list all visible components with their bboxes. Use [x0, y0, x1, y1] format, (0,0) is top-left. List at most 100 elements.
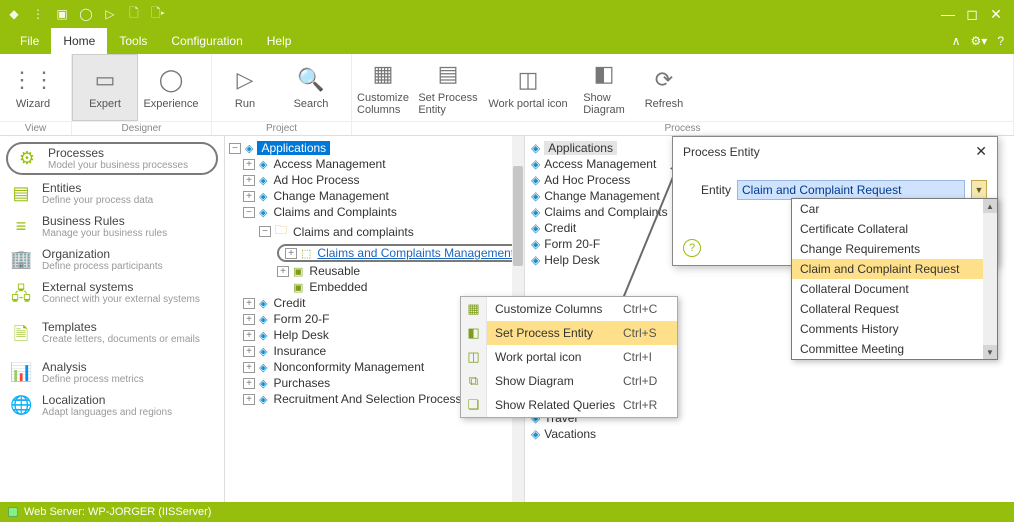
tree-item[interactable]: +◈Ad Hoc Process	[225, 172, 512, 188]
entity-dropdown-button[interactable]: ▼	[971, 180, 987, 200]
sidebar-item-title: Templates	[42, 320, 200, 334]
entity-dropdown-list: CarCertificate CollateralChange Requirem…	[791, 198, 998, 360]
tree-folder-claims[interactable]: −🗀Claims and complaints	[225, 220, 512, 243]
ribbon-expert[interactable]: ▭Expert	[72, 54, 138, 121]
sidebar-icon: ≡	[10, 216, 32, 237]
menu-help[interactable]: Help	[255, 28, 304, 54]
dropdown-option[interactable]: Collateral Request	[792, 299, 997, 319]
tree-root[interactable]: −◈Applications	[225, 140, 512, 156]
sidebar-item-title: Business Rules	[42, 214, 167, 228]
sidebar-item-templates[interactable]: 🗎 Templates Create letters, documents or…	[0, 316, 224, 356]
context-menu-shortcut: Ctrl+S	[623, 326, 677, 340]
sidebar-item-title: Processes	[48, 146, 188, 160]
entity-combobox[interactable]: Claim and Complaint Request	[737, 180, 965, 200]
status-text: Web Server: WP-JORGER (IISServer)	[24, 506, 211, 518]
dropdown-option[interactable]: Committee Meeting	[792, 339, 997, 359]
sidebar-item-desc: Define your process data	[42, 195, 153, 206]
tree-item[interactable]: +◈Change Management	[225, 188, 512, 204]
ribbon-group-project: Project	[212, 121, 351, 135]
sidebar-item-analysis[interactable]: 📊 Analysis Define process metrics	[0, 356, 224, 389]
context-menu-shortcut: Ctrl+C	[623, 302, 677, 316]
menu-tools[interactable]: Tools	[107, 28, 159, 54]
qat-icon-3[interactable]: ▷	[102, 6, 118, 22]
context-menu-label: Set Process Entity	[487, 326, 623, 340]
ribbon-work-portal-icon[interactable]: ◫Work portal icon	[482, 54, 574, 121]
sidebar-item-organization[interactable]: 🏢 Organization Define process participan…	[0, 243, 224, 276]
dropdown-option[interactable]: Change Requirements	[792, 239, 997, 259]
dialog-title: Process Entity	[683, 145, 760, 159]
dropdown-scrollbar[interactable]: ▲▼	[983, 199, 997, 359]
ribbon-set-process-entity[interactable]: ▤Set Process Entity	[414, 54, 482, 121]
maximize-button[interactable]: ◻	[960, 6, 984, 23]
server-status-icon	[8, 507, 18, 517]
menu-home[interactable]: Home	[51, 28, 107, 54]
sidebar-item-title: Entities	[42, 181, 153, 195]
menu-configuration[interactable]: Configuration	[159, 28, 254, 54]
right-tree-item[interactable]: ◈Vacations	[525, 426, 1014, 442]
sidebar-icon: 🌐	[10, 395, 32, 416]
ribbon-show-diagram[interactable]: ◧Show Diagram	[574, 54, 634, 121]
entity-label: Entity	[683, 183, 731, 197]
dropdown-option[interactable]: Comments History	[792, 319, 997, 339]
context-menu-shortcut: Ctrl+R	[623, 398, 677, 412]
ribbon: ⋮⋮Wizard View ▭Expert ◯Experience Design…	[0, 54, 1014, 136]
menu-bar: File Home Tools Configuration Help ∧ ⚙▾ …	[0, 28, 1014, 54]
ribbon-group-view: View	[0, 121, 71, 135]
sidebar-item-desc: Connect with your external systems	[42, 294, 200, 305]
context-menu-item[interactable]: ⧉ Show Diagram Ctrl+D	[461, 369, 677, 393]
dialog-close-icon[interactable]: ✕	[975, 143, 987, 160]
menu-file[interactable]: File	[8, 28, 51, 54]
tree-process-claims-management[interactable]: +⬚Claims and Complaints Management	[225, 243, 512, 263]
sidebar-icon: ▤	[10, 183, 32, 204]
context-menu-label: Show Related Queries	[487, 398, 623, 412]
help-icon[interactable]: ?	[997, 34, 1004, 48]
app-icon: ◆	[6, 6, 22, 22]
context-menu-item[interactable]: ❏ Show Related Queries Ctrl+R	[461, 393, 677, 417]
settings-gear-icon[interactable]: ⚙▾	[971, 34, 988, 48]
tree-embedded[interactable]: ▣Embedded	[225, 279, 512, 295]
tree-reusable[interactable]: +▣Reusable	[225, 263, 512, 279]
ribbon-wizard[interactable]: ⋮⋮Wizard	[0, 54, 66, 121]
minimize-button[interactable]: —	[936, 6, 960, 22]
sidebar-item-title: Analysis	[42, 360, 144, 374]
sidebar-item-localization[interactable]: 🌐 Localization Adapt languages and regio…	[0, 389, 224, 422]
qat-icon-4[interactable]: 🗋	[126, 6, 142, 22]
ribbon-customize-columns[interactable]: ▦Customize Columns	[352, 54, 414, 121]
context-menu-label: Work portal icon	[487, 350, 623, 364]
dropdown-option[interactable]: Claim and Complaint Request	[792, 259, 997, 279]
tree-item[interactable]: +◈Access Management	[225, 156, 512, 172]
sidebar-icon: ⚙	[16, 148, 38, 169]
context-menu-icon: ◧	[461, 321, 487, 345]
context-menu-item[interactable]: ▦ Customize Columns Ctrl+C	[461, 297, 677, 321]
close-button[interactable]: ✕	[984, 6, 1008, 23]
dialog-help-icon[interactable]: ?	[683, 239, 701, 257]
ribbon-search[interactable]: 🔍Search	[278, 54, 344, 121]
dropdown-option[interactable]: Certificate Collateral	[792, 219, 997, 239]
collapse-ribbon-icon[interactable]: ∧	[952, 34, 961, 48]
context-menu-shortcut: Ctrl+I	[623, 350, 677, 364]
context-menu-item[interactable]: ◧ Set Process Entity Ctrl+S	[461, 321, 677, 345]
ribbon-experience[interactable]: ◯Experience	[138, 54, 204, 121]
ribbon-group-process: Process	[352, 121, 1013, 135]
qat-icon-1[interactable]: ▣	[54, 6, 70, 22]
ribbon-run[interactable]: ▷Run	[212, 54, 278, 121]
sidebar-item-processes[interactable]: ⚙ Processes Model your business processe…	[6, 142, 218, 175]
qat-icon-5[interactable]: 🗋▸	[150, 6, 166, 22]
context-menu: ▦ Customize Columns Ctrl+C◧ Set Process …	[460, 296, 678, 418]
sidebar-item-title: Localization	[42, 393, 172, 407]
qat-icon-2[interactable]: ◯	[78, 6, 94, 22]
dropdown-option[interactable]: Car	[792, 199, 997, 219]
ribbon-refresh[interactable]: ⟳Refresh	[634, 54, 694, 121]
sidebar-item-business-rules[interactable]: ≡ Business Rules Manage your business ru…	[0, 210, 224, 243]
context-menu-item[interactable]: ◫ Work portal icon Ctrl+I	[461, 345, 677, 369]
sidebar-item-desc: Model your business processes	[48, 160, 188, 171]
context-menu-icon: ⧉	[461, 369, 487, 393]
context-menu-label: Customize Columns	[487, 302, 623, 316]
sidebar-item-external-systems[interactable]: 🖧 External systems Connect with your ext…	[0, 276, 224, 316]
sidebar-item-entities[interactable]: ▤ Entities Define your process data	[0, 177, 224, 210]
tree-item-claims[interactable]: −◈Claims and Complaints	[225, 204, 512, 220]
sidebar-icon: 🖧	[10, 282, 32, 312]
sidebar-icon: 🗎	[10, 322, 32, 352]
ribbon-group-designer: Designer	[72, 121, 211, 135]
dropdown-option[interactable]: Collateral Document	[792, 279, 997, 299]
